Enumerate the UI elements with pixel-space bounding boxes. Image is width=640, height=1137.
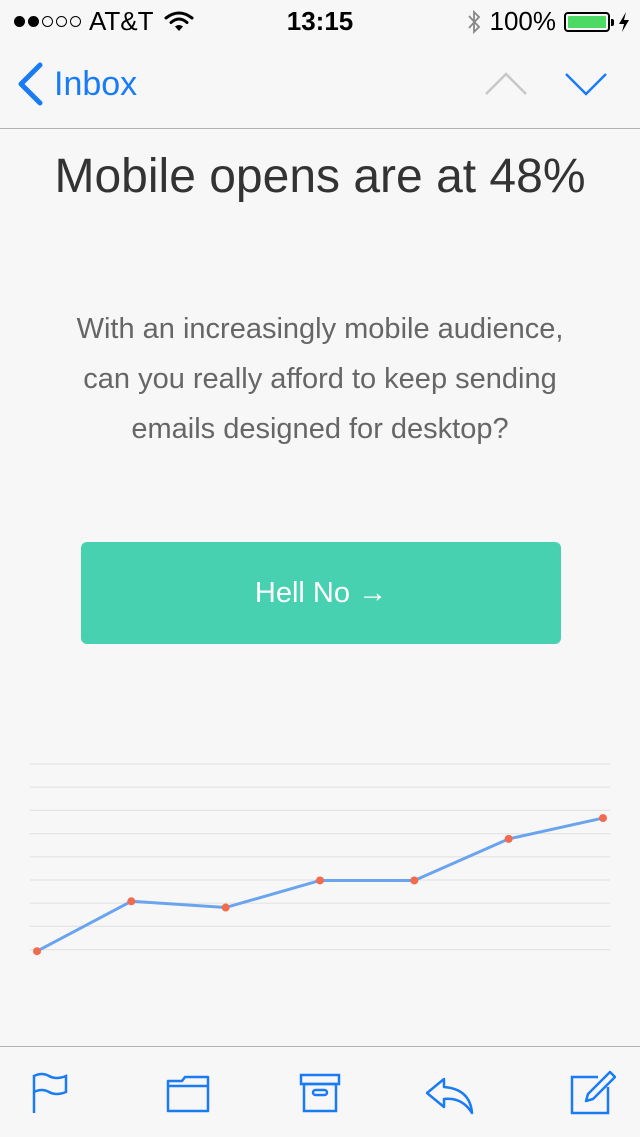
- battery-percent: 100%: [489, 6, 557, 36]
- data-point: [127, 897, 136, 906]
- folder-icon[interactable]: [164, 1069, 212, 1117]
- reply-icon[interactable]: [424, 1069, 476, 1117]
- flag-icon[interactable]: [28, 1069, 76, 1117]
- series-line: [36, 816, 604, 953]
- data-point: [221, 903, 230, 912]
- data-point: [33, 947, 41, 956]
- data-point: [599, 814, 607, 823]
- line-chart: [30, 763, 610, 956]
- archive-icon[interactable]: [296, 1069, 344, 1117]
- battery-icon: [564, 11, 614, 32]
- data-point: [410, 876, 419, 885]
- charging-icon: [619, 11, 629, 32]
- email-headline: Mobile opens are at 48%: [54, 150, 586, 203]
- compose-icon[interactable]: [568, 1069, 616, 1117]
- chevron-left-icon: [18, 62, 43, 106]
- email-body-text: With an increasingly mobile audience, ca…: [76, 313, 564, 445]
- data-point: [504, 834, 513, 843]
- bottom-toolbar: [0, 1046, 640, 1137]
- cta-button[interactable]: Hell No →: [81, 542, 561, 644]
- data-point: [316, 876, 324, 885]
- chart-grid: [30, 763, 610, 951]
- back-button[interactable]: Inbox: [16, 62, 137, 106]
- next-message-icon[interactable]: [564, 64, 608, 104]
- previous-message-icon[interactable]: [484, 64, 528, 104]
- status-bar: AT&T 13:15 100%: [0, 0, 640, 40]
- back-label: Inbox: [54, 64, 138, 103]
- status-right: 100%: [466, 6, 631, 37]
- bluetooth-icon: [467, 9, 480, 34]
- nav-bar: Inbox: [0, 40, 640, 129]
